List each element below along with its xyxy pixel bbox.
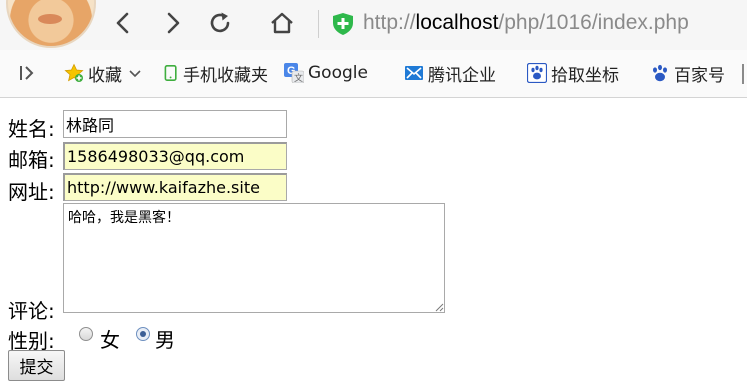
gender-radio-female[interactable]: [79, 327, 93, 341]
gender-option-female-label: 女: [100, 328, 120, 352]
sidebar-toggle-button[interactable]: [18, 61, 36, 85]
phone-icon: [164, 65, 177, 81]
toolbar-separator: [318, 10, 319, 38]
security-shield-icon[interactable]: [332, 12, 354, 36]
comment-label: 评论:: [8, 299, 55, 323]
email-input[interactable]: [63, 142, 287, 170]
bookmark-mobile-favorites[interactable]: 手机收藏夹: [163, 61, 268, 86]
bookmark-baijiahao[interactable]: 百家号: [650, 61, 725, 86]
bookmark-favorites[interactable]: 收藏: [64, 61, 142, 86]
website-input[interactable]: [63, 173, 287, 201]
bookmark-google[interactable]: G 文 Google: [284, 61, 368, 85]
home-icon: [271, 12, 293, 34]
chevron-left-icon: [116, 12, 129, 34]
browser-toolbar: http://localhost/php/1016/index.php: [0, 0, 747, 50]
website-label: 网址:: [8, 180, 55, 204]
comment-textarea[interactable]: 哈哈，我是黑客！: [63, 203, 445, 313]
bookmark-favorites-label: 收藏: [88, 65, 122, 86]
url-scheme: http://: [363, 11, 416, 34]
reload-icon: [210, 12, 230, 33]
user-avatar[interactable]: [6, 0, 96, 48]
star-icon: [64, 63, 84, 82]
reload-button[interactable]: [204, 7, 236, 39]
gender-radio-male[interactable]: [136, 327, 150, 341]
baidu-paw-icon: [527, 63, 547, 83]
bookmark-google-label: Google: [308, 63, 368, 83]
sidebar-toggle-icon: [20, 66, 34, 80]
bookmark-mobile-favorites-label: 手机收藏夹: [183, 65, 268, 86]
bookmarks-overflow-divider: [742, 64, 744, 84]
bookmark-tencent-enterprise[interactable]: 腾讯企业: [404, 61, 496, 86]
url-host: localhost: [415, 11, 499, 34]
bookmarks-bar: 收藏 手机收藏夹 G 文 Google 腾讯企业 拾取坐标 百家号: [0, 50, 747, 98]
resize-grip-icon[interactable]: [434, 302, 444, 312]
name-label: 姓名:: [8, 117, 55, 141]
gender-option-male-label: 男: [155, 328, 175, 352]
bookmark-baijiahao-label: 百家号: [674, 65, 725, 86]
url-path: /php/1016/index.php: [498, 11, 689, 34]
email-label: 邮箱:: [8, 148, 55, 172]
bookmark-pick-coordinates[interactable]: 拾取坐标: [527, 61, 619, 86]
chevron-right-icon: [167, 12, 180, 34]
baidu-paw-icon: [653, 64, 667, 82]
address-bar[interactable]: http://localhost/php/1016/index.php: [363, 11, 689, 35]
tencent-mail-icon: [405, 66, 423, 80]
name-input[interactable]: [63, 110, 287, 138]
submit-button[interactable]: 提交: [8, 350, 65, 381]
bookmark-tencent-enterprise-label: 腾讯企业: [428, 65, 496, 86]
chevron-down-icon: [129, 70, 141, 78]
back-button[interactable]: [108, 7, 140, 39]
home-button[interactable]: [266, 7, 298, 39]
google-translate-icon: G 文: [284, 63, 304, 83]
bookmark-pick-coordinates-label: 拾取坐标: [551, 65, 619, 86]
forward-button[interactable]: [156, 7, 188, 39]
svg-text:文: 文: [294, 72, 303, 83]
